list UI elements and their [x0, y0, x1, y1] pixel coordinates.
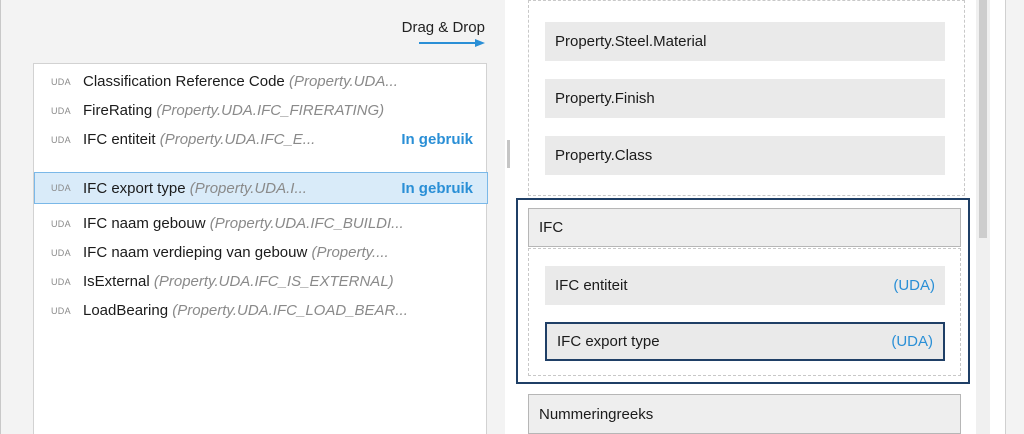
drag-drop-label: Drag & Drop: [401, 19, 485, 36]
property-label: Property.Steel.Material: [555, 33, 707, 50]
nummeringreeks-section-header[interactable]: Nummeringreeks: [528, 394, 961, 434]
property-row-steel-material[interactable]: Property.Steel.Material: [545, 22, 945, 61]
window-edge: [1005, 0, 1024, 434]
uda-tag: UDA: [51, 305, 71, 316]
item-property-path: (Property.UDA.IFC_LOAD_BEAR...: [168, 302, 408, 319]
uda-tag: UDA: [51, 276, 71, 287]
item-name: FireRating: [83, 102, 153, 119]
uda-tag: UDA: [51, 134, 71, 145]
item-property-path: (Property.UDA...: [284, 73, 398, 90]
item-property-path: (Property.UDA.IFC_FIRERATING): [152, 102, 385, 119]
splitter-grip[interactable]: [507, 140, 510, 168]
item-property-path: (Property.UDA.IFC_BUILDI...: [205, 215, 404, 232]
list-item[interactable]: UDA LoadBearing (Property.UDA.IFC_LOAD_B…: [35, 296, 487, 325]
item-name: Classification Reference Code: [83, 73, 285, 90]
list-item-selected[interactable]: UDA IFC export type (Property.UDA.I... I…: [34, 172, 488, 204]
available-properties-panel: Drag & Drop UDA Classification Reference…: [0, 0, 505, 434]
item-property-path: (Property.UDA.IFC_IS_EXTERNAL): [149, 273, 394, 290]
item-name: LoadBearing: [83, 302, 169, 319]
uda-tag: UDA: [51, 218, 71, 229]
item-name: IFC entiteit: [83, 131, 156, 148]
property-list[interactable]: UDA Classification Reference Code (Prope…: [33, 63, 488, 434]
list-item[interactable]: UDA IFC naam gebouw (Property.UDA.IFC_BU…: [35, 209, 487, 238]
drag-arrow-icon: [419, 39, 485, 47]
property-label: Property.Finish: [555, 90, 655, 107]
scrollbar-thumb[interactable]: [979, 0, 987, 238]
item-property-path: (Property.UDA.IFC_E...: [155, 131, 316, 148]
uda-tag: UDA: [51, 183, 71, 193]
property-label: Property.Class: [555, 147, 653, 164]
section-title: IFC: [539, 219, 564, 236]
uda-tag: UDA: [51, 105, 71, 116]
item-property-path: (Property....: [307, 244, 389, 261]
pane-splitter[interactable]: [505, 0, 509, 434]
item-name: IFC export type: [83, 179, 186, 197]
property-label: IFC export type: [557, 333, 660, 350]
property-label: IFC entiteit: [555, 277, 628, 294]
property-row-finish[interactable]: Property.Finish: [545, 79, 945, 118]
uda-tag: UDA: [51, 76, 71, 87]
item-name: IsExternal: [83, 273, 150, 290]
uda-tag: UDA: [51, 247, 71, 258]
in-use-status: In gebruik: [401, 179, 473, 197]
section-title: Nummeringreeks: [539, 405, 654, 423]
in-use-status: In gebruik: [401, 131, 473, 148]
item-name: IFC naam gebouw: [83, 215, 206, 232]
ifc-section-header[interactable]: IFC: [528, 208, 961, 247]
property-row-class[interactable]: Property.Class: [545, 136, 945, 175]
list-item[interactable]: UDA Classification Reference Code (Prope…: [35, 67, 487, 96]
item-name: IFC naam verdieping van gebouw: [83, 244, 308, 261]
uda-badge: (UDA): [891, 333, 933, 350]
uda-badge: (UDA): [893, 277, 935, 294]
list-item[interactable]: UDA IFC naam verdieping van gebouw (Prop…: [35, 238, 487, 267]
list-item[interactable]: UDA IFC entiteit (Property.UDA.IFC_E... …: [35, 125, 487, 154]
list-item[interactable]: UDA FireRating (Property.UDA.IFC_FIRERAT…: [35, 96, 487, 125]
item-property-path: (Property.UDA.I...: [185, 179, 307, 197]
list-item[interactable]: UDA IsExternal (Property.UDA.IFC_IS_EXTE…: [35, 267, 487, 296]
property-row-ifc-entiteit[interactable]: IFC entiteit (UDA): [545, 266, 945, 305]
property-row-ifc-export-type[interactable]: IFC export type (UDA): [545, 322, 945, 361]
